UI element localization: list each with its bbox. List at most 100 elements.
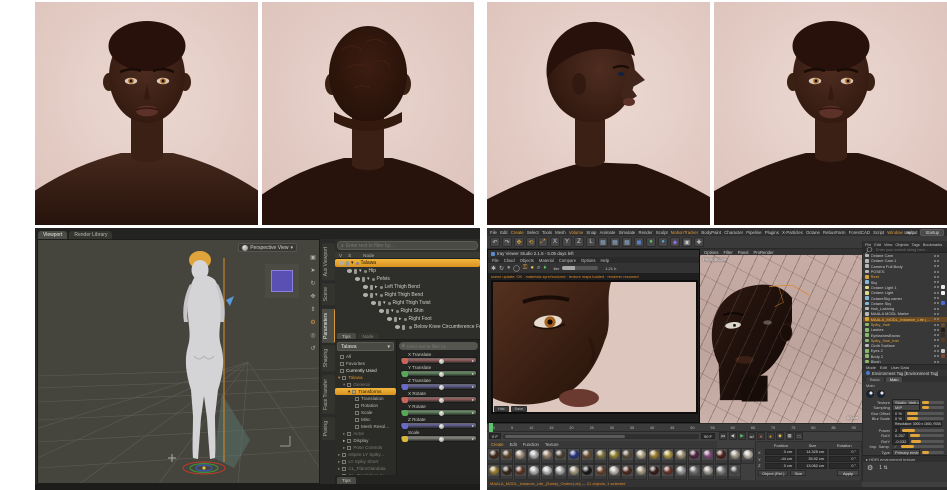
visibility-dots[interactable] xyxy=(934,292,939,294)
transform-slider[interactable]: X Rotate ▸ xyxy=(400,391,477,403)
expand-caret-icon[interactable]: ▾ xyxy=(367,276,370,282)
material-swatch[interactable] xyxy=(541,464,554,480)
visibility-eye-icon[interactable] xyxy=(339,261,344,264)
material-menu-item[interactable]: Function xyxy=(523,442,539,447)
selection-figure-icon[interactable] xyxy=(370,293,373,298)
slider-knob[interactable] xyxy=(439,424,444,429)
slider-knob[interactable] xyxy=(439,437,444,442)
expand-caret-icon[interactable]: ▸ xyxy=(399,316,402,322)
material-swatch[interactable] xyxy=(608,464,621,480)
material-swatch[interactable] xyxy=(661,448,674,464)
rotation-value[interactable]: 0 ° xyxy=(829,456,859,462)
visibility-eye-icon[interactable] xyxy=(363,293,368,296)
parameter-group-row[interactable]: Favorites xyxy=(335,360,396,367)
expand-caret-icon[interactable]: ▾ xyxy=(359,268,362,274)
slider-track[interactable]: ▸ xyxy=(400,435,477,442)
visibility-eye-icon[interactable] xyxy=(371,301,376,304)
size-dropdown[interactable]: Size xyxy=(790,470,806,476)
current-frame-box[interactable]: 0 F xyxy=(489,433,501,439)
visibility-eye-icon[interactable] xyxy=(363,285,368,288)
material-swatch[interactable] xyxy=(634,464,647,480)
material-swatch[interactable] xyxy=(527,464,540,480)
visibility-eye-icon[interactable] xyxy=(347,269,352,272)
parameter-group-row[interactable]: Misc xyxy=(335,416,396,423)
expand-caret-icon[interactable]: ▸ xyxy=(338,452,340,458)
parameter-search-input[interactable] xyxy=(407,344,475,349)
scene-node-row[interactable]: ▾ Right Thigh Twist xyxy=(335,299,480,307)
layer-count[interactable]: 1 ⇅ xyxy=(879,465,887,471)
visibility-dots[interactable] xyxy=(934,345,939,347)
transform-slider[interactable]: X Translate ▸ xyxy=(400,352,477,364)
visibility-dots[interactable] xyxy=(934,329,939,331)
material-swatch[interactable] xyxy=(661,464,674,480)
visibility-eye-icon[interactable] xyxy=(387,317,392,320)
material-swatch[interactable] xyxy=(500,464,513,480)
scene-node-row[interactable]: ▾ Pelvis xyxy=(335,275,480,283)
expand-caret-icon[interactable]: ▸ xyxy=(338,459,340,465)
material-tag-chip[interactable] xyxy=(941,328,945,332)
slider-nub-icon[interactable]: ▸ xyxy=(472,397,474,402)
slider-knob[interactable] xyxy=(439,372,444,377)
parameter-group-row[interactable]: Translation xyxy=(335,395,396,402)
slider-track[interactable]: ▸ xyxy=(400,396,477,403)
material-swatch[interactable] xyxy=(567,464,580,480)
material-swatch[interactable] xyxy=(567,448,580,464)
material-swatch[interactable] xyxy=(715,448,728,464)
side-tab[interactable]: Aux Viewport xyxy=(322,243,335,280)
expand-caret-icon[interactable]: ▸ xyxy=(375,284,378,290)
material-swatch[interactable] xyxy=(621,464,634,480)
iray-tool-icon[interactable]: ◯ xyxy=(513,265,520,272)
toolbar-icon[interactable]: Z xyxy=(574,237,584,247)
material-tag-chip[interactable] xyxy=(941,312,945,316)
selection-figure-icon[interactable] xyxy=(370,285,373,290)
material-tag-chip[interactable] xyxy=(941,307,945,311)
material-swatch[interactable] xyxy=(554,448,567,464)
slider-nub-icon[interactable]: ▸ xyxy=(472,423,474,428)
material-tag-chip[interactable] xyxy=(941,275,945,279)
side-tab[interactable]: Shaping xyxy=(322,345,335,371)
save-button[interactable]: Save xyxy=(511,406,528,412)
scene-node-row[interactable]: ▾ Hip xyxy=(335,267,480,275)
iray-tool-icon[interactable]: ♦ xyxy=(543,265,546,272)
parameter-group-row[interactable]: Rotation xyxy=(335,402,396,409)
visibility-eye-icon[interactable] xyxy=(379,309,384,312)
expand-caret-icon[interactable]: ▾ xyxy=(348,389,350,395)
material-tag-chip[interactable] xyxy=(941,354,945,358)
hdri-preview-icon[interactable] xyxy=(877,390,885,398)
selection-figure-icon[interactable] xyxy=(362,277,365,282)
field-slider[interactable] xyxy=(910,434,944,437)
position-value[interactable]: -44 cm xyxy=(765,456,795,462)
material-menu-item[interactable]: Edit xyxy=(510,442,517,447)
iray-menu-item[interactable]: File xyxy=(492,258,499,263)
transform-slider[interactable]: Z Translate ▸ xyxy=(400,378,477,390)
transport-button[interactable]: ▶ xyxy=(738,432,746,440)
slider-nub-icon[interactable]: ▸ xyxy=(472,410,474,415)
size-value[interactable]: 14.325 cm xyxy=(797,449,827,455)
transport-button[interactable]: ● xyxy=(757,432,765,440)
scene-node-row[interactable]: ▾ Right Thigh Bend xyxy=(335,291,480,299)
material-tag-chip[interactable] xyxy=(941,349,945,353)
iray-menu-item[interactable]: Compare xyxy=(559,258,576,263)
side-tab[interactable]: Parameters xyxy=(322,309,335,343)
hist-button[interactable]: Hist xyxy=(494,406,509,412)
position-value[interactable]: 0 cm xyxy=(765,449,795,455)
visibility-dots[interactable] xyxy=(934,313,939,315)
material-swatch[interactable] xyxy=(500,448,513,464)
toolbar-icon[interactable]: ◆ xyxy=(670,237,680,247)
material-tag-chip[interactable] xyxy=(941,254,945,258)
iray-tool-icon[interactable]: ↻ xyxy=(499,265,504,272)
viewport-menu-item[interactable]: ProRender xyxy=(753,250,773,255)
expand-caret-icon[interactable]: ▾ xyxy=(375,292,378,298)
transport-button[interactable]: ⏭ xyxy=(748,432,756,440)
material-swatch[interactable] xyxy=(487,448,500,464)
field-slider[interactable] xyxy=(922,406,944,409)
material-tag-chip[interactable] xyxy=(941,270,945,274)
transport-button[interactable]: ◀ xyxy=(729,432,737,440)
iray-menu-item[interactable]: Material xyxy=(539,258,554,263)
toolbar-icon[interactable]: ▦ xyxy=(622,237,632,247)
viewport-tool-icon[interactable]: ⇕ xyxy=(310,306,315,313)
scene-node-row[interactable]: ▸ Left Thigh Bend xyxy=(335,283,480,291)
visibility-dots[interactable] xyxy=(934,276,939,278)
gear-icon[interactable]: ⚙ xyxy=(867,464,873,472)
slider-nub-icon[interactable]: ▸ xyxy=(472,436,474,441)
